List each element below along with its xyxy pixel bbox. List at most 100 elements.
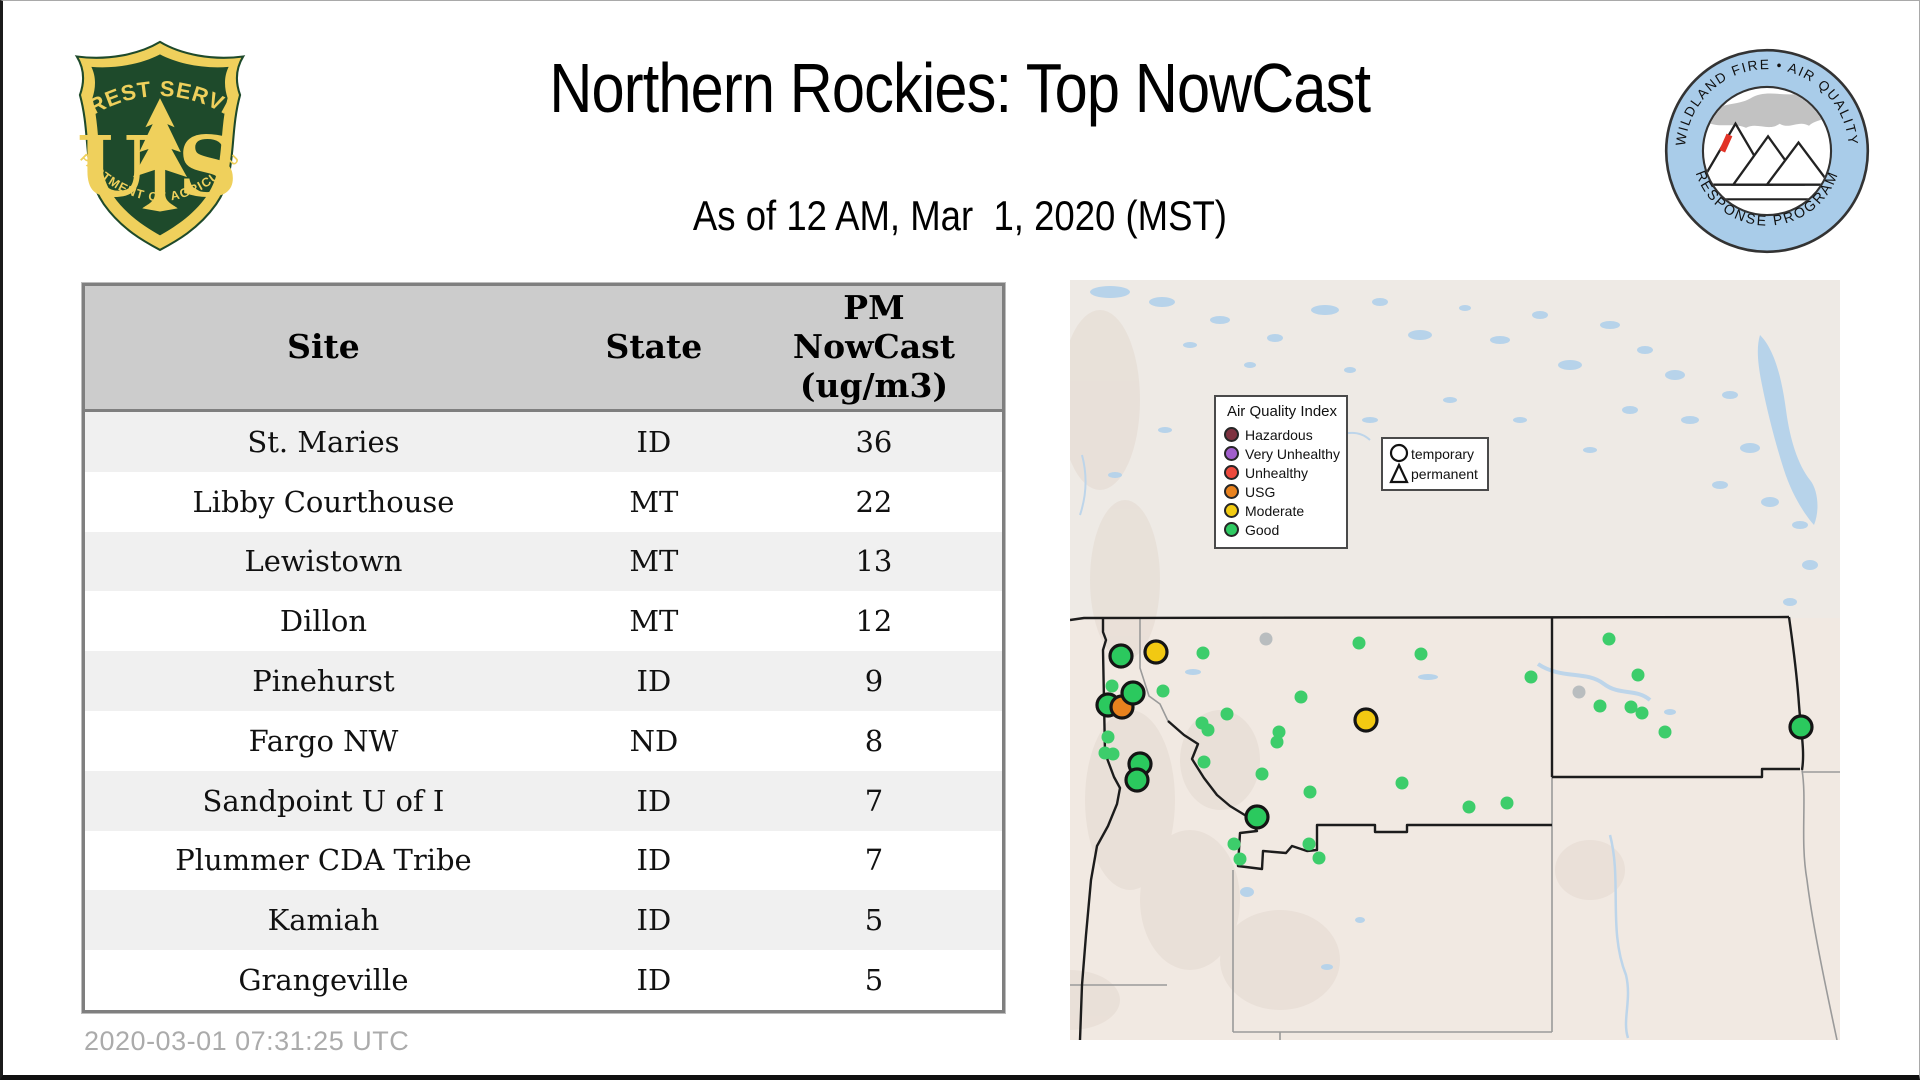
aqi-legend-item: Unhealthy <box>1224 463 1340 482</box>
generated-timestamp: 2020-03-01 07:31:25 UTC <box>84 1026 409 1057</box>
aqi-swatch-icon <box>1224 484 1239 499</box>
cell-pm: 13 <box>746 532 1004 592</box>
cell-pm: 22 <box>746 472 1004 532</box>
monitor-dot-large <box>1110 645 1132 667</box>
monitor-dot-small <box>1198 756 1211 769</box>
marker-legend-label-circle: temporary <box>1411 444 1478 464</box>
table-row: Sandpoint U of IID7 <box>84 771 1004 831</box>
cell-site: Sandpoint U of I <box>84 771 562 831</box>
cell-pm: 12 <box>746 591 1004 651</box>
temporary-marker-icon <box>1391 445 1407 461</box>
monitor-dot-small <box>1463 801 1476 814</box>
marker-symbols <box>1387 442 1411 486</box>
monitor-dot-small <box>1353 637 1366 650</box>
monitor-dot-small <box>1603 633 1616 646</box>
table-row: Plummer CDA TribeID7 <box>84 831 1004 891</box>
aqi-legend-item: USG <box>1224 482 1340 501</box>
monitor-dot-small <box>1102 731 1115 744</box>
monitor-dot-small <box>1632 669 1645 682</box>
monitor-dot-small <box>1221 708 1234 721</box>
monitor-dot-small <box>1304 786 1317 799</box>
monitor-dot-small <box>1303 838 1316 851</box>
aqi-legend-item: Very Unhealthy <box>1224 444 1340 463</box>
cell-site: Kamiah <box>84 890 562 950</box>
cell-site: Plummer CDA Tribe <box>84 831 562 891</box>
cell-pm: 36 <box>746 411 1004 472</box>
header: Northern Rockies: Top NowCast <box>0 48 1920 128</box>
monitor-dot-small <box>1271 736 1284 749</box>
aqi-legend-label: Hazardous <box>1245 427 1313 443</box>
aqi-swatch-icon <box>1224 465 1239 480</box>
monitor-dot-small <box>1228 838 1241 851</box>
cell-state: ID <box>562 831 746 891</box>
wfaqrp-logo: WILDLAND FIRE • AIR QUALITY RESPONSE PRO… <box>1662 46 1872 256</box>
aqi-legend-label: Unhealthy <box>1245 465 1308 481</box>
monitor-dot-small <box>1256 768 1269 781</box>
table-row: DillonMT12 <box>84 591 1004 651</box>
page-title: Northern Rockies: Top NowCast <box>550 48 1371 128</box>
cell-site: Dillon <box>84 591 562 651</box>
cell-pm: 7 <box>746 831 1004 891</box>
table-body: St. MariesID36Libby CourthouseMT22Lewist… <box>84 411 1004 1012</box>
subheader: As of 12 AM, Mar 1, 2020 (MST) <box>0 192 1920 240</box>
monitor-dot-small <box>1197 647 1210 660</box>
aqi-legend-label: USG <box>1245 484 1275 500</box>
aqi-legend-item: Hazardous <box>1224 425 1340 444</box>
monitor-dot-small <box>1415 648 1428 661</box>
aqi-swatch-icon <box>1224 522 1239 537</box>
map-canvas <box>1070 280 1840 1040</box>
monitor-dot-small <box>1501 797 1514 810</box>
cell-pm: 9 <box>746 651 1004 711</box>
cell-pm: 5 <box>746 950 1004 1011</box>
col-header-site: Site <box>84 285 562 411</box>
cell-state: MT <box>562 591 746 651</box>
aqi-legend-label: Good <box>1245 522 1279 538</box>
marker-legend-label-triangle: permanent <box>1411 464 1478 484</box>
cell-site: St. Maries <box>84 411 562 472</box>
cell-site: Lewistown <box>84 532 562 592</box>
cell-pm: 8 <box>746 711 1004 771</box>
aqi-legend-item: Good <box>1224 520 1340 539</box>
monitor-dot-small <box>1625 701 1638 714</box>
cell-site: Pinehurst <box>84 651 562 711</box>
marker-type-legend: temporarypermanent <box>1381 437 1489 491</box>
aqi-swatch-icon <box>1224 427 1239 442</box>
cell-state: ID <box>562 890 746 950</box>
cell-state: ID <box>562 771 746 831</box>
table-row: Libby CourthouseMT22 <box>84 472 1004 532</box>
monitor-dot-large <box>1145 641 1167 663</box>
aqi-swatch-icon <box>1224 503 1239 518</box>
table-row: GrangevilleID5 <box>84 950 1004 1011</box>
monitor-dot-small <box>1313 852 1326 865</box>
cell-site: Fargo NW <box>84 711 562 771</box>
monitor-map: Air Quality Index Hazardous Very Unhealth… <box>1070 280 1840 1040</box>
monitor-dot-large <box>1246 806 1268 828</box>
cell-state: MT <box>562 472 746 532</box>
monitor-dot-small <box>1260 633 1273 646</box>
table-header-row: Site State PM NowCast (ug/m3) <box>84 285 1004 411</box>
cell-state: ID <box>562 651 746 711</box>
cell-pm: 7 <box>746 771 1004 831</box>
col-header-pm: PM NowCast (ug/m3) <box>746 285 1004 411</box>
monitor-dot-large <box>1790 716 1812 738</box>
aqi-legend-item: Moderate <box>1224 501 1340 520</box>
table-row: St. MariesID36 <box>84 411 1004 472</box>
aqi-legend-title: Air Quality Index <box>1224 403 1340 420</box>
cell-state: ND <box>562 711 746 771</box>
cell-site: Grangeville <box>84 950 562 1011</box>
monitor-dot-small <box>1573 686 1586 699</box>
cell-state: ID <box>562 950 746 1011</box>
monitor-dot-small <box>1636 707 1649 720</box>
monitor-dot-small <box>1525 671 1538 684</box>
monitor-dot-large <box>1122 682 1144 704</box>
aqi-legend-items: Hazardous Very Unhealthy Unhealthy USGModer… <box>1224 425 1340 539</box>
monitor-dot-small <box>1202 724 1215 737</box>
aqi-legend-label: Very Unhealthy <box>1245 446 1340 462</box>
cell-site: Libby Courthouse <box>84 472 562 532</box>
monitor-dot-small <box>1659 726 1672 739</box>
cell-state: MT <box>562 532 746 592</box>
monitor-dot-small <box>1594 700 1607 713</box>
table-row: LewistownMT13 <box>84 532 1004 592</box>
permanent-marker-icon <box>1391 465 1407 482</box>
monitor-dot-small <box>1396 777 1409 790</box>
